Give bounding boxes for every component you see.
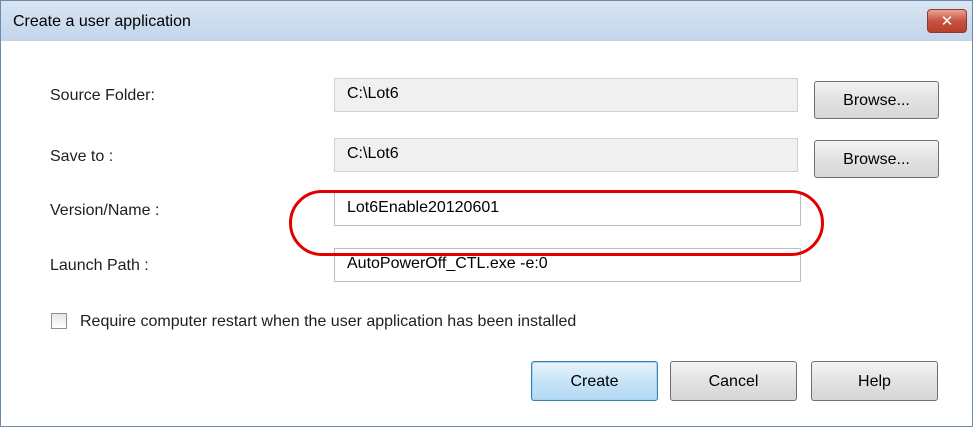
save-to-label: Save to : xyxy=(50,148,114,165)
create-button-label: Create xyxy=(570,373,619,390)
source-folder-field[interactable]: C:\Lot6 xyxy=(334,78,798,112)
restart-checkbox-label[interactable]: Require computer restart when the user a… xyxy=(80,313,576,331)
save-to-browse-button[interactable]: Browse... xyxy=(814,140,939,178)
dialog-window: Create a user application ✕ Source Folde… xyxy=(0,0,973,427)
create-button[interactable]: Create xyxy=(531,361,658,401)
close-button[interactable]: ✕ xyxy=(927,9,967,33)
cancel-button[interactable]: Cancel xyxy=(670,361,797,401)
highlight-annotation xyxy=(289,190,824,256)
version-name-label: Version/Name : xyxy=(50,202,160,219)
source-folder-label: Source Folder: xyxy=(50,87,155,104)
launch-path-label: Launch Path : xyxy=(50,257,149,274)
cancel-button-label: Cancel xyxy=(708,373,759,390)
source-folder-browse-label: Browse... xyxy=(843,92,910,109)
restart-checkbox[interactable] xyxy=(51,313,67,329)
title-bar[interactable]: Create a user application ✕ xyxy=(1,1,972,41)
help-button[interactable]: Help xyxy=(811,361,938,401)
window-title: Create a user application xyxy=(13,13,191,30)
source-folder-browse-button[interactable]: Browse... xyxy=(814,81,939,119)
close-icon: ✕ xyxy=(940,13,954,30)
help-button-label: Help xyxy=(858,373,891,390)
save-to-field[interactable]: C:\Lot6 xyxy=(334,138,798,172)
save-to-browse-label: Browse... xyxy=(843,151,910,168)
